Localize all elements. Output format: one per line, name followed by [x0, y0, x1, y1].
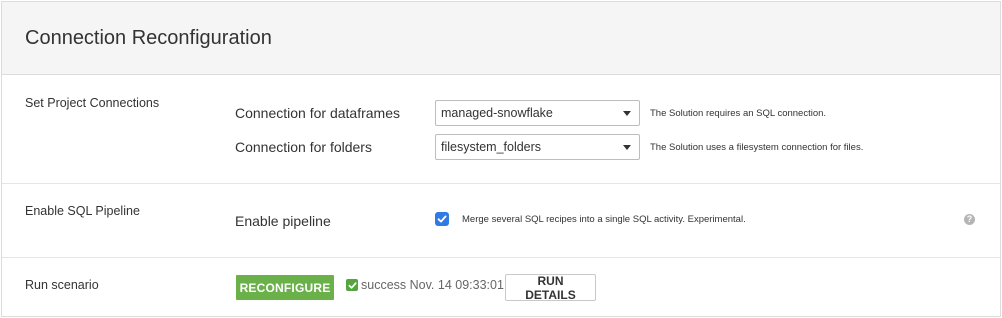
folders-connection-hint: The Solution uses a filesystem connectio…: [650, 142, 864, 153]
dataframes-connection-value: managed-snowflake: [441, 106, 553, 120]
folders-connection-value: filesystem_folders: [441, 140, 542, 154]
run-status-text: success Nov. 14 09:33:01: [361, 278, 504, 292]
folders-connection-label: Connection for folders: [235, 139, 372, 155]
section-title-scenario: Run scenario: [25, 278, 99, 292]
section-title-pipeline: Enable SQL Pipeline: [25, 204, 140, 218]
panel-header: Connection Reconfiguration: [2, 2, 1000, 75]
page-title: Connection Reconfiguration: [25, 26, 272, 49]
chevron-down-icon: [623, 145, 631, 150]
run-status: success Nov. 14 09:33:01: [346, 278, 504, 292]
chevron-down-icon: [623, 111, 631, 116]
run-details-button[interactable]: RUN DETAILS: [505, 274, 596, 302]
sql-pipeline-section: Enable SQL Pipeline Enable pipeline Merg…: [2, 184, 1000, 258]
dataframes-connection-label: Connection for dataframes: [235, 105, 400, 121]
connection-reconfiguration-panel: Connection Reconfiguration Set Project C…: [1, 1, 1001, 317]
folders-connection-select[interactable]: filesystem_folders: [435, 134, 640, 160]
checkmark-icon: [437, 215, 447, 223]
dataframes-connection-select[interactable]: managed-snowflake: [435, 100, 640, 126]
check-square-icon: [346, 279, 358, 291]
question-circle-icon[interactable]: ?: [964, 214, 975, 225]
project-connections-section: Set Project Connections Connection for d…: [2, 76, 1000, 184]
enable-pipeline-description: Merge several SQL recipes into a single …: [462, 214, 746, 225]
dataframes-connection-hint: The Solution requires an SQL connection.: [650, 108, 827, 119]
enable-pipeline-label: Enable pipeline: [235, 213, 331, 229]
run-scenario-section: Run scenario RECONFIGURE success Nov. 14…: [2, 258, 1000, 316]
enable-pipeline-checkbox[interactable]: [435, 212, 449, 226]
section-title-connections: Set Project Connections: [25, 96, 160, 110]
reconfigure-button[interactable]: RECONFIGURE: [236, 275, 334, 300]
